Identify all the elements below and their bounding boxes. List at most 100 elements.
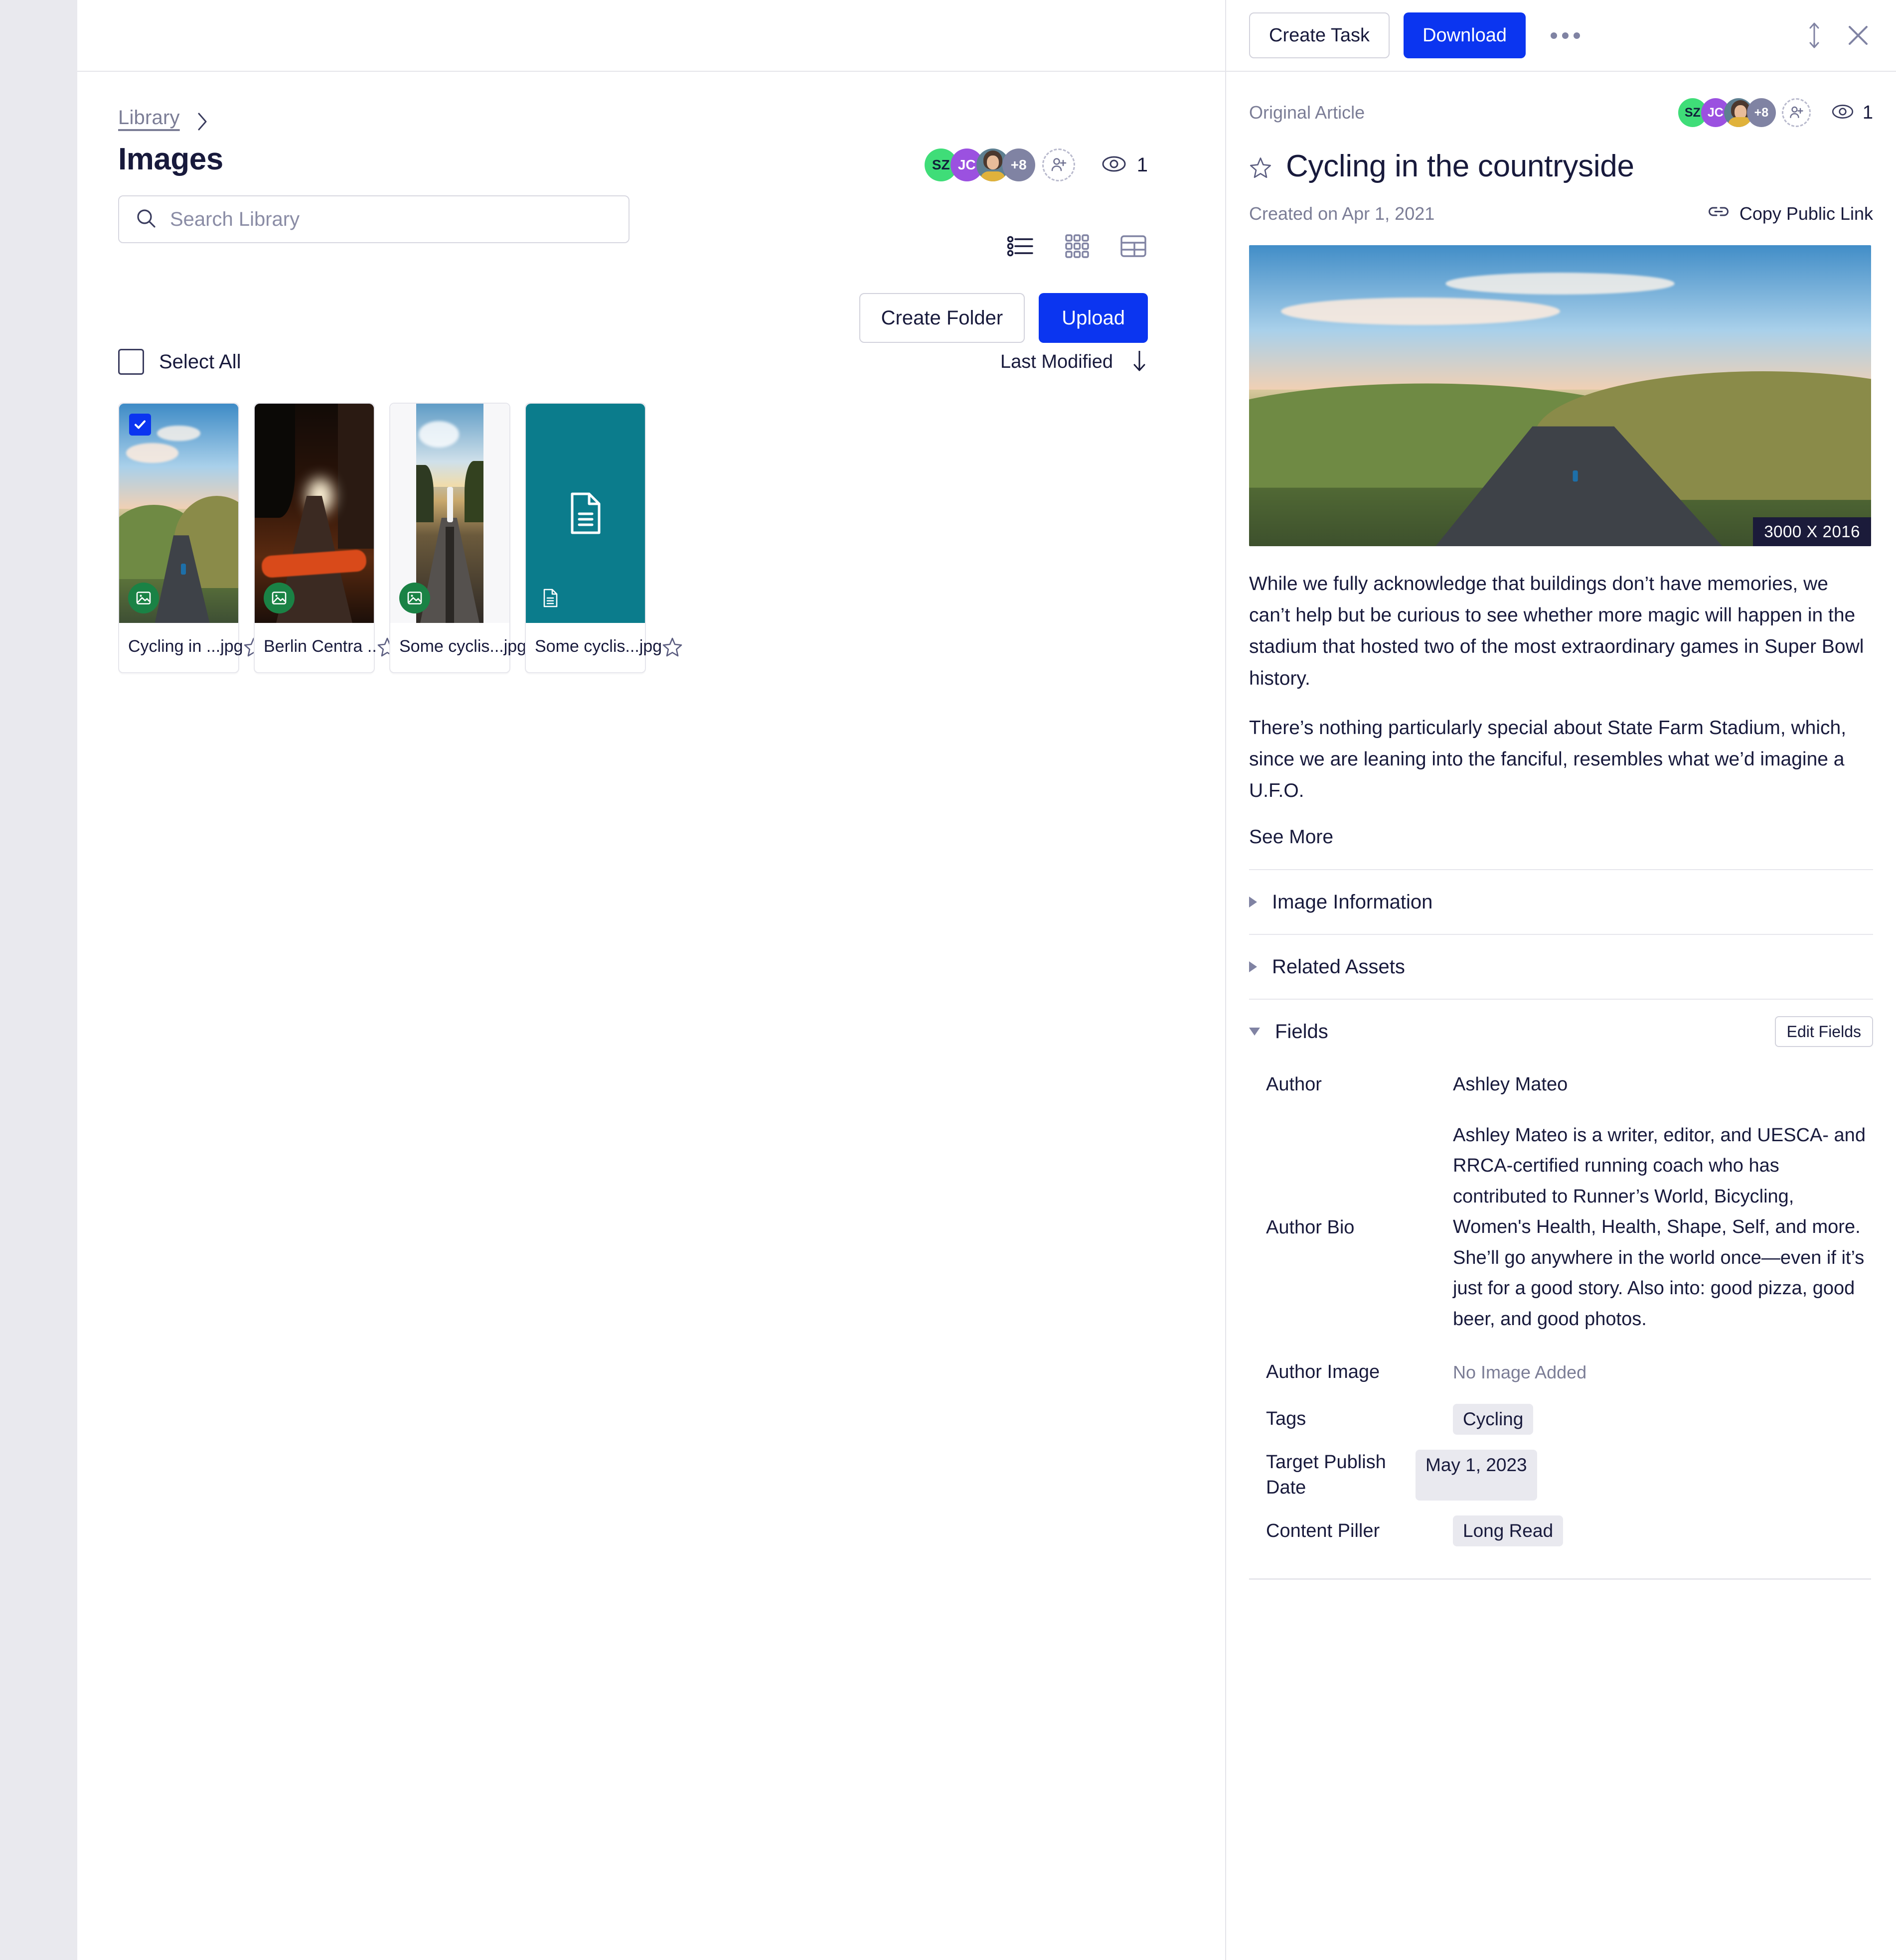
- favorite-star-icon[interactable]: [662, 636, 683, 657]
- more-options-icon[interactable]: [1540, 32, 1591, 39]
- grid-view-icon[interactable]: [1063, 232, 1092, 261]
- asset-card-footer: Cycling in ...jpg: [119, 621, 263, 672]
- section-title: Related Assets: [1272, 955, 1405, 978]
- asset-title: Cycling in the countryside: [1286, 149, 1634, 183]
- library-pane: Library Images Select All: [77, 0, 1225, 1960]
- select-all-checkbox[interactable]: [118, 349, 144, 375]
- selection-toolbar: Select All Last Modified: [118, 349, 1148, 375]
- select-all-label: Select All: [159, 350, 241, 373]
- section-image-information[interactable]: Image Information: [1249, 869, 1873, 934]
- detail-toolbar: Create Task Download: [1226, 0, 1896, 72]
- field-row: Author Ashley Mateo: [1266, 1069, 1873, 1100]
- article-paragraph: While we fully acknowledge that building…: [1249, 573, 1864, 689]
- panel-bottom-divider: [1249, 1578, 1871, 1580]
- chevron-right-icon[interactable]: [1249, 897, 1257, 908]
- field-value[interactable]: Ashley Mateo: [1453, 1069, 1568, 1100]
- asset-name: Some cyclis...jpg: [535, 637, 662, 656]
- asset-name: Berlin Centra ..: [264, 637, 377, 656]
- copy-public-link-button[interactable]: Copy Public Link: [1708, 203, 1873, 224]
- close-icon[interactable]: [1843, 20, 1873, 50]
- field-key: Target Publish Date: [1266, 1451, 1386, 1499]
- asset-card[interactable]: Berlin Centra ..: [254, 403, 397, 674]
- asset-name: Some cyclis...jpg: [399, 637, 527, 656]
- see-more-link[interactable]: See More: [1249, 826, 1333, 848]
- app-root: Library Images Select All: [0, 0, 1896, 1960]
- image-type-icon: [264, 583, 295, 614]
- edit-fields-button[interactable]: Edit Fields: [1774, 1016, 1873, 1048]
- field-value-chip[interactable]: May 1, 2023: [1416, 1449, 1537, 1501]
- create-task-button[interactable]: Create Task: [1249, 12, 1390, 58]
- asset-grid: Cycling in ...jpg Berlin Centra .. Some …: [118, 403, 1225, 674]
- asset-name: Cycling in ...jpg: [128, 637, 243, 656]
- sort-descending-icon[interactable]: [1131, 349, 1148, 375]
- asset-card-footer: Some cyclis...jpg: [390, 621, 547, 672]
- create-folder-button[interactable]: Create Folder: [859, 293, 1025, 343]
- library-actions: Create Folder Upload: [859, 293, 1148, 343]
- asset-title-row: Cycling in the countryside: [1249, 149, 1873, 184]
- avatar-stack[interactable]: SZ JC +8: [1678, 98, 1776, 127]
- view-count: 1: [1136, 153, 1148, 176]
- sort-label: Last Modified: [1000, 351, 1113, 372]
- article-paragraph: There’s nothing particularly special abo…: [1249, 717, 1847, 802]
- add-collaborator-icon[interactable]: [1042, 149, 1075, 181]
- detail-collaborators: SZ JC +8 1: [1678, 98, 1873, 127]
- image-dimensions-badge: 3000 X 2016: [1753, 517, 1871, 546]
- asset-selected-checkbox[interactable]: [129, 414, 151, 436]
- field-key: Author Image: [1266, 1361, 1380, 1383]
- avatar-overflow[interactable]: +8: [1002, 149, 1035, 181]
- field-key: Author: [1266, 1074, 1322, 1095]
- field-value[interactable]: Ashley Mateo is a writer, editor, and UE…: [1453, 1120, 1872, 1335]
- section-title: Fields: [1275, 1020, 1328, 1043]
- upload-button[interactable]: Upload: [1039, 293, 1148, 343]
- document-type-icon: [535, 583, 566, 614]
- detail-meta-row: Original Article SZ JC +8 1: [1249, 95, 1873, 131]
- download-button[interactable]: Download: [1404, 12, 1526, 58]
- field-row: Author Image No Image Added: [1266, 1358, 1873, 1387]
- section-title: Image Information: [1272, 891, 1433, 913]
- field-value-chip[interactable]: Long Read: [1453, 1515, 1564, 1547]
- search-box[interactable]: [118, 195, 630, 244]
- field-row: Content Piller Long Read: [1266, 1515, 1873, 1547]
- detail-body: Original Article SZ JC +8 1 Cycling in t…: [1226, 72, 1896, 1960]
- breadcrumb-library-link[interactable]: Library: [118, 107, 180, 129]
- sort-control[interactable]: Last Modified: [1000, 349, 1148, 375]
- asset-card[interactable]: Some cyclis...jpg: [389, 403, 547, 674]
- select-all-control[interactable]: Select All: [118, 349, 241, 375]
- field-row: Author Bio Ashley Mateo is a writer, edi…: [1266, 1120, 1873, 1335]
- view-count-group: 1: [1101, 154, 1148, 176]
- chevron-down-icon[interactable]: [1249, 1028, 1260, 1036]
- library-topbar: [77, 0, 1225, 72]
- list-view-icon[interactable]: [1006, 232, 1035, 261]
- image-type-icon: [128, 583, 159, 614]
- field-key: Author Bio: [1266, 1216, 1355, 1238]
- image-type-icon: [399, 583, 430, 614]
- content-type-label: Original Article: [1249, 102, 1365, 123]
- breadcrumb: Library: [118, 105, 1225, 131]
- avatar-stack[interactable]: SZ JC +8: [924, 149, 1035, 181]
- field-value[interactable]: No Image Added: [1453, 1358, 1586, 1387]
- asset-card[interactable]: Some cyclis...jpg: [525, 403, 682, 674]
- field-key: Tags: [1266, 1408, 1306, 1430]
- section-related-assets[interactable]: Related Assets: [1249, 934, 1873, 999]
- copy-public-link-label: Copy Public Link: [1739, 203, 1873, 224]
- search-input[interactable]: [170, 208, 613, 231]
- view-mode-toggles: [1006, 232, 1148, 261]
- avatar-overflow[interactable]: +8: [1746, 98, 1776, 127]
- asset-card-footer: Some cyclis...jpg: [526, 621, 682, 672]
- view-count: 1: [1862, 102, 1873, 123]
- asset-card[interactable]: Cycling in ...jpg: [118, 403, 263, 674]
- search-icon: [135, 207, 157, 232]
- hero-image[interactable]: 3000 X 2016: [1249, 245, 1871, 546]
- table-view-icon[interactable]: [1119, 232, 1148, 261]
- field-value-chip[interactable]: Cycling: [1453, 1403, 1534, 1435]
- expand-collapse-icon[interactable]: [1799, 20, 1829, 50]
- favorite-star-icon[interactable]: [1249, 156, 1271, 178]
- field-row: Target Publish Date May 1, 2023: [1266, 1449, 1873, 1501]
- asset-card-footer: Berlin Centra ..: [255, 621, 397, 672]
- created-row: Created on Apr 1, 2021 Copy Public Link: [1249, 203, 1873, 224]
- eye-icon: [1831, 103, 1855, 123]
- created-on-text: Created on Apr 1, 2021: [1249, 203, 1435, 224]
- chevron-right-icon[interactable]: [1249, 961, 1257, 973]
- add-collaborator-icon[interactable]: [1781, 98, 1811, 127]
- page-title: Images: [118, 142, 223, 176]
